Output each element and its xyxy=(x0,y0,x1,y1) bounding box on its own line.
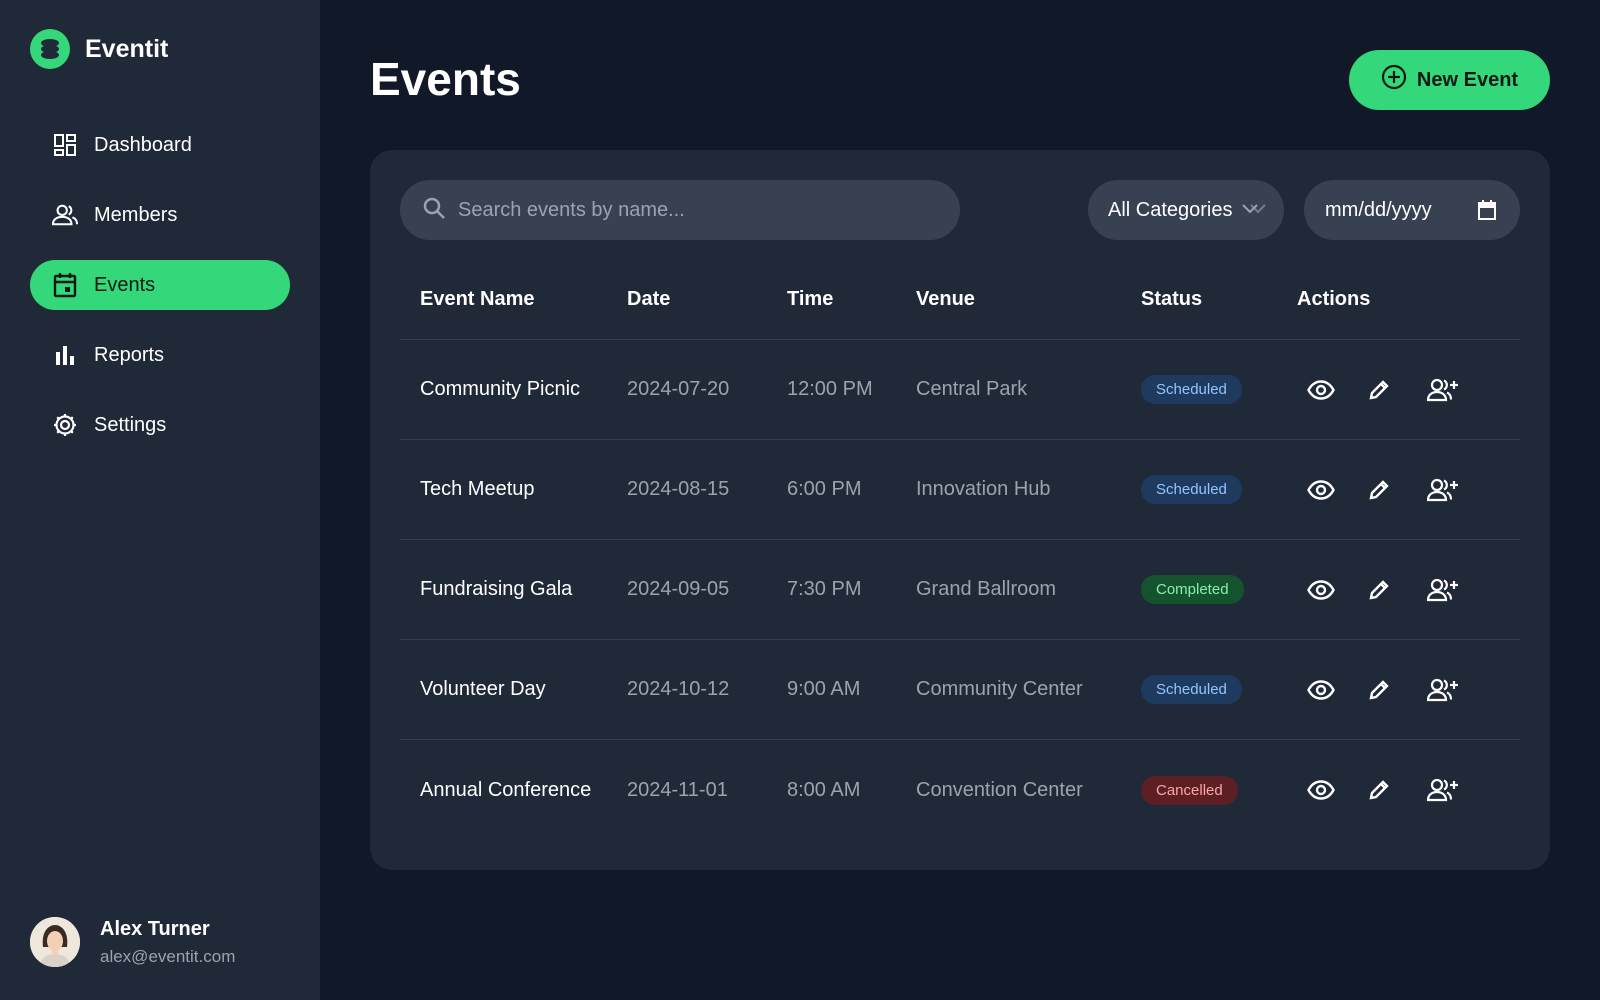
status-badge: Scheduled xyxy=(1141,375,1242,404)
row-actions xyxy=(1297,374,1520,406)
table-row[interactable]: Annual Conference 2024-11-01 8:00 AM Conven… xyxy=(400,740,1520,840)
add-attendee-icon[interactable] xyxy=(1427,574,1487,606)
row-actions xyxy=(1297,774,1520,806)
bar-chart-icon xyxy=(52,342,78,368)
sidebar-item-label: Dashboard xyxy=(94,133,192,156)
brand[interactable]: Eventit xyxy=(30,29,168,69)
edit-icon[interactable] xyxy=(1367,374,1427,406)
event-time: 9:00 AM xyxy=(787,678,861,700)
column-header-time[interactable]: Time xyxy=(787,288,916,311)
date-placeholder: mm/dd/yyyy xyxy=(1325,198,1432,221)
sidebar-item-dashboard[interactable]: Dashboard xyxy=(30,120,290,170)
table-row[interactable]: Fundraising Gala 2024-09-05 7:30 PM Grand B… xyxy=(400,540,1520,640)
status-badge: Scheduled xyxy=(1141,675,1242,704)
category-select[interactable]: All Categories xyxy=(1088,180,1284,240)
event-venue: Central Park xyxy=(916,378,1028,400)
table-row[interactable]: Community Picnic 2024-07-20 12:00 PM Centra… xyxy=(400,340,1520,440)
gear-icon xyxy=(52,412,78,438)
event-name: Annual Conference xyxy=(420,778,592,801)
edit-icon[interactable] xyxy=(1367,574,1427,606)
event-venue: Convention Center xyxy=(916,778,1083,801)
column-header-actions: Actions xyxy=(1297,288,1371,310)
avatar xyxy=(30,917,80,967)
table-body: Community Picnic 2024-07-20 12:00 PM Centra… xyxy=(400,340,1520,840)
sidebar: Eventit Dashboard Members Events Reports… xyxy=(0,0,320,1000)
view-icon[interactable] xyxy=(1307,574,1367,606)
edit-icon[interactable] xyxy=(1367,474,1427,506)
new-event-label: New Event xyxy=(1416,68,1519,91)
user-profile[interactable]: Alex Turner alex@eventit.com xyxy=(30,917,235,967)
event-venue: Community Center xyxy=(916,678,1083,700)
event-time: 8:00 AM xyxy=(787,778,861,801)
event-venue: Grand Ballroom xyxy=(916,578,1057,600)
event-time: 12:00 PM xyxy=(787,378,873,400)
event-name: Volunteer Day xyxy=(420,678,546,700)
add-attendee-icon[interactable] xyxy=(1427,474,1487,506)
event-date: 2024-11-01 xyxy=(627,778,728,801)
plus-circle-icon xyxy=(1381,64,1407,96)
event-date: 2024-07-20 xyxy=(627,378,730,400)
row-actions xyxy=(1297,674,1520,706)
event-name: Community Picnic xyxy=(420,378,581,400)
view-icon[interactable] xyxy=(1307,774,1367,806)
sidebar-item-label: Reports xyxy=(94,343,165,366)
event-date: 2024-08-15 xyxy=(627,478,730,500)
calendar-picker-icon[interactable] xyxy=(1478,200,1496,226)
add-attendee-icon[interactable] xyxy=(1427,374,1487,406)
view-icon[interactable] xyxy=(1307,674,1367,706)
event-venue: Innovation Hub xyxy=(916,478,1051,500)
sidebar-item-reports[interactable]: Reports xyxy=(30,330,290,380)
sidebar-item-label: Settings xyxy=(94,413,167,436)
add-attendee-icon[interactable] xyxy=(1427,674,1487,706)
sidebar-item-label: Events xyxy=(94,273,156,296)
dashboard-icon xyxy=(52,132,78,158)
table-header: Event Name Date Time Venue Status Action… xyxy=(400,260,1520,340)
app-name: Eventit xyxy=(85,34,169,63)
event-name: Tech Meetup xyxy=(420,478,535,500)
sidebar-item-settings[interactable]: Settings xyxy=(30,400,290,450)
column-header-status[interactable]: Status xyxy=(1141,288,1297,311)
column-header-event-name[interactable]: Event Name xyxy=(400,288,627,311)
event-date: 2024-10-12 xyxy=(627,678,730,700)
table-row[interactable]: Volunteer Day 2024-10-12 9:00 AM Community … xyxy=(400,640,1520,740)
events-card: All Categories mm/dd/yyyy Event Name Dat… xyxy=(370,150,1550,870)
user-info: Alex Turner alex@eventit.com xyxy=(100,918,235,967)
event-time: 6:00 PM xyxy=(787,478,862,500)
edit-icon[interactable] xyxy=(1367,774,1427,806)
event-date: 2024-09-05 xyxy=(627,578,730,600)
add-attendee-icon[interactable] xyxy=(1427,774,1487,806)
date-filter[interactable]: mm/dd/yyyy xyxy=(1304,180,1520,240)
status-badge: Cancelled xyxy=(1141,775,1238,805)
events-table: Event Name Date Time Venue Status Action… xyxy=(400,260,1520,840)
search-input[interactable] xyxy=(458,198,918,222)
view-icon[interactable] xyxy=(1307,374,1367,406)
status-badge: Completed xyxy=(1141,575,1244,604)
user-name: Alex Turner xyxy=(100,917,210,940)
row-actions xyxy=(1297,474,1520,506)
chevron-down-icon xyxy=(1241,199,1267,222)
new-event-button[interactable]: New Event xyxy=(1349,50,1550,110)
eventit-logo-icon xyxy=(30,29,70,69)
sidebar-item-events[interactable]: Events xyxy=(30,260,290,310)
event-time: 7:30 PM xyxy=(787,578,862,600)
sidebar-nav: Dashboard Members Events Reports Setting… xyxy=(30,120,290,470)
view-icon[interactable] xyxy=(1307,474,1367,506)
page-title: Events xyxy=(370,53,521,105)
table-row[interactable]: Tech Meetup 2024-08-15 6:00 PM Innovation H… xyxy=(400,440,1520,540)
edit-icon[interactable] xyxy=(1367,674,1427,706)
column-header-venue[interactable]: Venue xyxy=(916,288,1141,311)
members-icon xyxy=(52,202,78,228)
column-header-date[interactable]: Date xyxy=(627,288,787,311)
row-actions xyxy=(1297,574,1520,606)
search-box[interactable] xyxy=(400,180,960,240)
sidebar-item-label: Members xyxy=(94,203,178,226)
event-name: Fundraising Gala xyxy=(420,578,573,600)
category-value: All Categories xyxy=(1108,198,1233,221)
user-email: alex@eventit.com xyxy=(100,946,236,966)
search-icon xyxy=(422,196,446,225)
status-badge: Scheduled xyxy=(1141,475,1242,504)
calendar-icon xyxy=(52,272,78,298)
sidebar-item-members[interactable]: Members xyxy=(30,190,290,240)
